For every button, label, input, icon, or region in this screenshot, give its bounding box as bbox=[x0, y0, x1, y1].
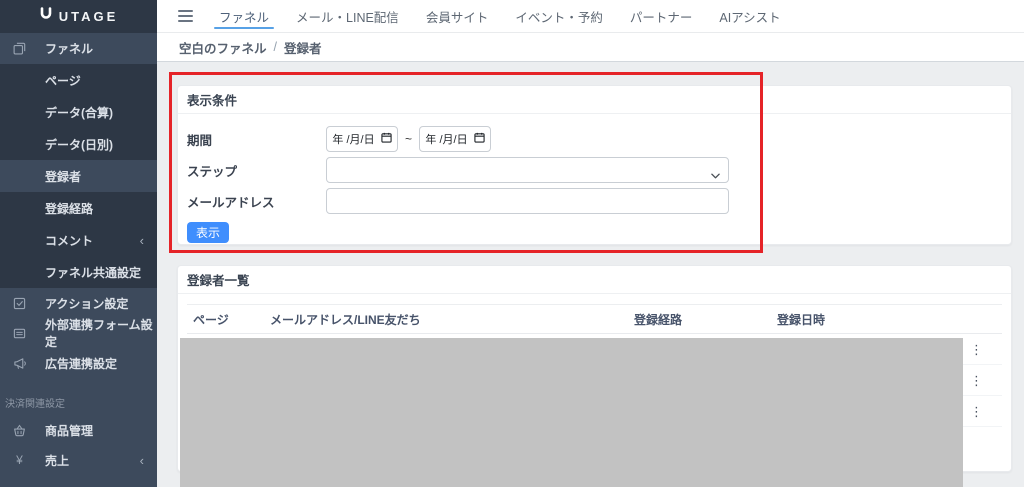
sidebar-item-label: 登録者 bbox=[45, 168, 81, 185]
kebab-menu-icon[interactable]: ⋮ bbox=[965, 341, 988, 358]
tab-ai-assist[interactable]: AIアシスト bbox=[719, 0, 780, 33]
chevron-down-icon bbox=[711, 166, 720, 184]
sidebar-item-registration-route[interactable]: 登録経路 bbox=[0, 192, 157, 224]
sidebar-item-external-form-settings[interactable]: 外部連携フォーム設定 bbox=[0, 318, 157, 348]
step-row: ステップ bbox=[187, 157, 1002, 183]
sidebar-item-ad-integration-settings[interactable]: 広告連携設定 bbox=[0, 348, 157, 378]
sidebar-item-registrants[interactable]: 登録者 bbox=[0, 160, 157, 192]
sidebar-item-label: データ(合算) bbox=[45, 104, 113, 121]
step-select[interactable] bbox=[326, 157, 729, 183]
period-label: 期間 bbox=[187, 130, 326, 149]
sidebar-item-label: コメント bbox=[45, 232, 93, 249]
filter-card-title: 表示条件 bbox=[178, 86, 1011, 114]
tab-funnel[interactable]: ファネル bbox=[219, 0, 269, 33]
top-navigation: ファネル メール・LINE配信 会員サイト イベント・予約 パートナー AIアシ… bbox=[157, 0, 1024, 33]
sidebar-item-label: 広告連携設定 bbox=[45, 355, 117, 372]
sidebar-item-sales[interactable]: ¥ 売上 ‹ bbox=[0, 445, 157, 475]
column-header-page: ページ bbox=[187, 311, 270, 328]
column-header-registration-route: 登録経路 bbox=[634, 311, 777, 328]
breadcrumb-current: 登録者 bbox=[284, 38, 322, 57]
breadcrumb: 空白のファネル / 登録者 bbox=[157, 33, 1024, 62]
tab-mail-line[interactable]: メール・LINE配信 bbox=[296, 0, 399, 33]
basket-icon bbox=[11, 424, 28, 437]
column-header-registration-datetime: 登録日時 bbox=[777, 311, 957, 328]
calendar-icon[interactable] bbox=[474, 132, 485, 146]
date-placeholder: 年 /月/日 bbox=[332, 131, 374, 147]
calendar-icon[interactable] bbox=[381, 132, 392, 146]
start-date-input[interactable]: 年 /月/日 bbox=[326, 126, 398, 152]
pages-icon bbox=[11, 42, 28, 55]
email-input[interactable] bbox=[326, 188, 729, 214]
sidebar-item-label: 登録経路 bbox=[45, 200, 93, 217]
brand-name: UTAGE bbox=[59, 9, 119, 24]
form-icon bbox=[11, 327, 28, 340]
sidebar-item-product-management[interactable]: 商品管理 bbox=[0, 415, 157, 445]
email-row: メールアドレス bbox=[187, 188, 1002, 214]
sidebar-item-label: 売上 bbox=[45, 452, 69, 469]
sidebar-item-label: アクション設定 bbox=[45, 295, 128, 312]
hamburger-icon[interactable] bbox=[178, 10, 193, 22]
sidebar-item-pages[interactable]: ページ bbox=[0, 64, 157, 96]
sidebar: UTAGE ファネル ページ データ(合算) データ(日別) 登録者 登録経路 … bbox=[0, 0, 157, 487]
megaphone-icon bbox=[11, 357, 28, 370]
show-button[interactable]: 表示 bbox=[187, 222, 229, 243]
sidebar-item-funnel-common-settings[interactable]: ファネル共通設定 bbox=[0, 256, 157, 288]
table-header-row: ページ メールアドレス/LINE友だち 登録経路 登録日時 bbox=[187, 304, 1002, 334]
brand-logo[interactable]: UTAGE bbox=[0, 0, 157, 33]
date-placeholder: 年 /月/日 bbox=[425, 131, 467, 147]
breadcrumb-separator: / bbox=[274, 40, 277, 54]
sidebar-item-label: 商品管理 bbox=[45, 422, 93, 439]
kebab-menu-icon[interactable]: ⋮ bbox=[965, 372, 988, 389]
end-date-input[interactable]: 年 /月/日 bbox=[419, 126, 491, 152]
period-row: 期間 年 /月/日 ~ 年 /月/日 bbox=[187, 126, 1002, 152]
tab-event-booking[interactable]: イベント・予約 bbox=[515, 0, 603, 33]
chevron-left-icon: ‹ bbox=[140, 233, 144, 248]
yen-icon: ¥ bbox=[11, 453, 28, 467]
sidebar-lower-section: アクション設定 外部連携フォーム設定 広告連携設定 決済関連設定 bbox=[0, 288, 157, 487]
email-label: メールアドレス bbox=[187, 192, 326, 211]
sidebar-item-funnel[interactable]: ファネル bbox=[0, 33, 157, 64]
tab-partner[interactable]: パートナー bbox=[630, 0, 693, 33]
sidebar-item-data-total[interactable]: データ(合算) bbox=[0, 96, 157, 128]
sidebar-item-label: データ(日別) bbox=[45, 136, 113, 153]
chevron-left-icon: ‹ bbox=[140, 453, 144, 468]
date-range-separator: ~ bbox=[405, 132, 412, 146]
sidebar-item-label: ページ bbox=[45, 72, 81, 89]
tab-member-site[interactable]: 会員サイト bbox=[426, 0, 489, 33]
utage-logo-icon bbox=[39, 7, 53, 26]
filter-card: 表示条件 期間 年 /月/日 ~ 年 /月/日 bbox=[177, 85, 1012, 245]
sidebar-section-payment-settings: 決済関連設定 bbox=[0, 378, 157, 415]
registrants-card-title: 登録者一覧 bbox=[178, 266, 1011, 294]
step-label: ステップ bbox=[187, 161, 326, 180]
checkbox-icon bbox=[11, 297, 28, 310]
sidebar-item-label: ファネル共通設定 bbox=[45, 264, 141, 281]
sidebar-submenu: ページ データ(合算) データ(日別) 登録者 登録経路 コメント ‹ ファネル… bbox=[0, 64, 157, 288]
sidebar-item-comments[interactable]: コメント ‹ bbox=[0, 224, 157, 256]
sidebar-item-label: 外部連携フォーム設定 bbox=[45, 316, 157, 350]
column-header-email-line: メールアドレス/LINE友だち bbox=[270, 311, 634, 328]
redacted-area bbox=[180, 338, 963, 487]
sidebar-item-data-daily[interactable]: データ(日別) bbox=[0, 128, 157, 160]
sidebar-item-action-settings[interactable]: アクション設定 bbox=[0, 288, 157, 318]
breadcrumb-parent[interactable]: 空白のファネル bbox=[179, 38, 267, 57]
sidebar-item-label: ファネル bbox=[45, 40, 93, 57]
top-tabs: ファネル メール・LINE配信 会員サイト イベント・予約 パートナー AIアシ… bbox=[219, 0, 781, 33]
kebab-menu-icon[interactable]: ⋮ bbox=[965, 403, 988, 420]
